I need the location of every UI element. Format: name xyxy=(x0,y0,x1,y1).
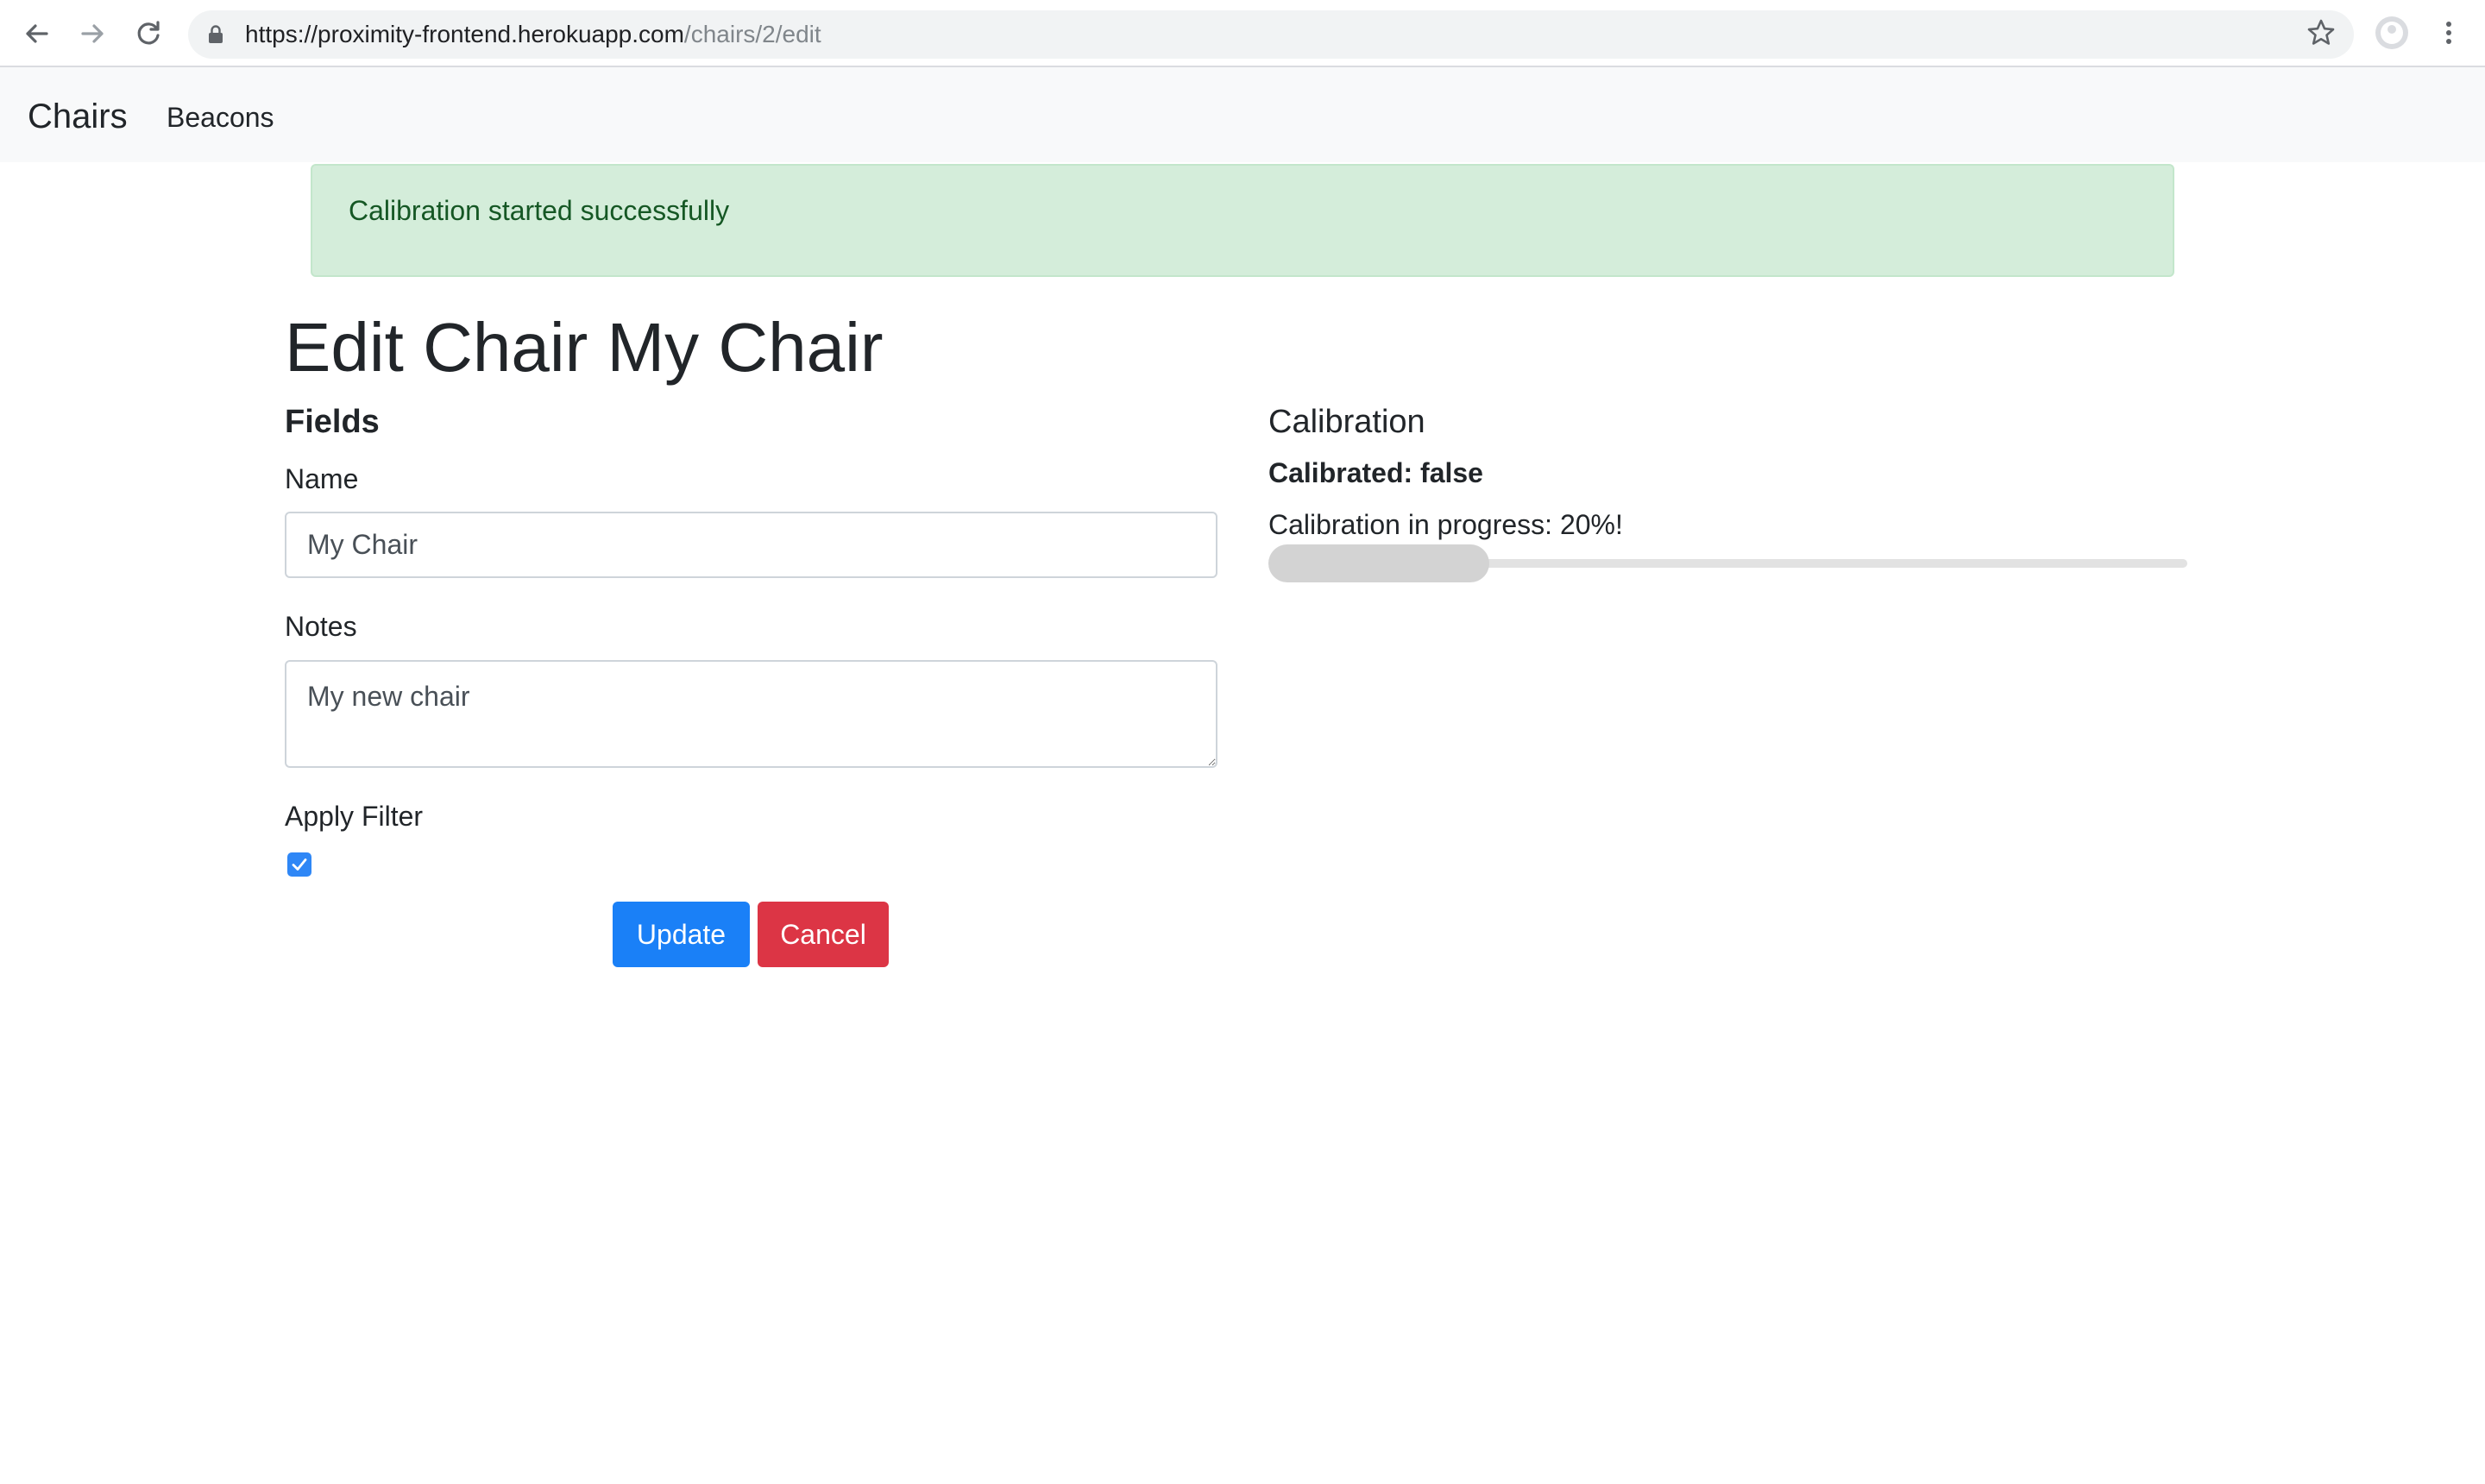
forward-button[interactable] xyxy=(76,16,110,51)
reload-icon xyxy=(137,21,160,45)
arrow-right-icon xyxy=(81,24,104,43)
update-button[interactable]: Update xyxy=(613,902,750,967)
checkmark-icon xyxy=(292,858,307,871)
apply-filter-label: Apply Filter xyxy=(285,801,424,832)
reload-button[interactable] xyxy=(131,16,166,51)
slider-fill xyxy=(1268,544,1489,582)
back-button[interactable] xyxy=(19,16,53,51)
profile-icon[interactable] xyxy=(2375,16,2409,50)
address-bar[interactable]: https://proximity-frontend.herokuapp.com… xyxy=(188,10,2354,59)
url-text: https://proximity-frontend.herokuapp.com… xyxy=(245,21,821,48)
name-label: Name xyxy=(285,463,359,494)
lock-icon xyxy=(209,25,223,43)
nav-link-beacons[interactable]: Beacons xyxy=(167,101,274,134)
browser-toolbar: https://proximity-frontend.herokuapp.com… xyxy=(0,0,2485,67)
alert-message: Calibration started successfully xyxy=(349,195,730,226)
url-host: https://proximity-frontend.herokuapp.com xyxy=(245,21,684,47)
name-input[interactable] xyxy=(285,512,1217,578)
calibration-heading: Calibration xyxy=(1268,404,1425,440)
url-path: /chairs/2/edit xyxy=(683,21,821,47)
page-title: Edit Chair My Chair xyxy=(285,309,884,386)
calibration-progress-text: Calibration in progress: 20%! xyxy=(1268,509,1623,540)
fields-heading: Fields xyxy=(285,404,380,440)
arrow-left-icon xyxy=(26,24,48,43)
notes-textarea[interactable]: My new chair xyxy=(285,660,1217,768)
calibration-progress-slider[interactable] xyxy=(1268,544,2187,582)
notes-label: Notes xyxy=(285,611,357,642)
app-navbar: Chairs Beacons xyxy=(0,67,2485,162)
success-alert: Calibration started successfully xyxy=(311,164,2174,277)
star-icon[interactable] xyxy=(2304,16,2338,50)
calibrated-status: Calibrated: false xyxy=(1268,457,1483,488)
apply-filter-checkbox[interactable] xyxy=(287,852,311,877)
navbar-brand-chairs[interactable]: Chairs xyxy=(28,97,128,136)
cancel-button[interactable]: Cancel xyxy=(758,902,889,967)
kebab-menu-icon[interactable] xyxy=(2432,16,2466,50)
